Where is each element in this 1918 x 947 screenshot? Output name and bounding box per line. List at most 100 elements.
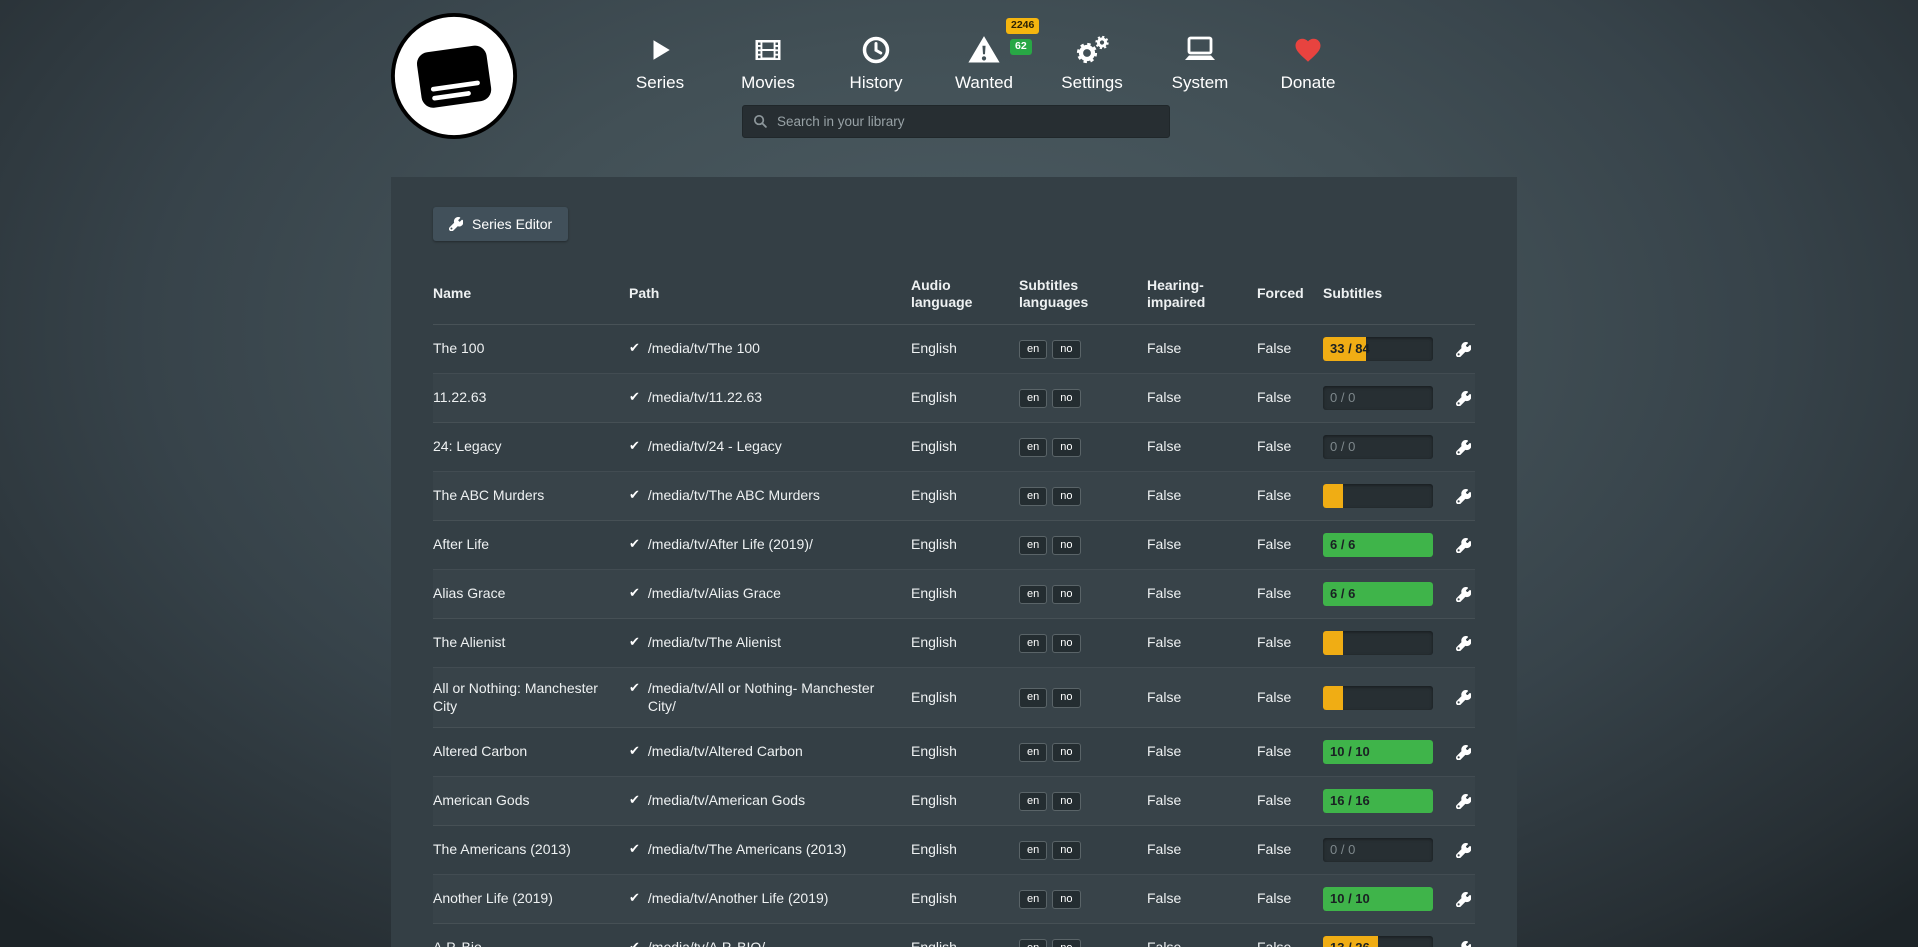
- edit-series-button[interactable]: [1456, 342, 1471, 357]
- forced-value: False: [1257, 890, 1323, 908]
- check-icon: ✔: [629, 487, 640, 504]
- series-editor-button[interactable]: Series Editor: [433, 207, 568, 241]
- forced-value: False: [1257, 389, 1323, 407]
- language-badge: en: [1019, 340, 1047, 360]
- series-name[interactable]: After Life: [433, 536, 629, 554]
- series-name[interactable]: Another Life (2019): [433, 890, 629, 908]
- series-name[interactable]: Altered Carbon: [433, 743, 629, 761]
- subtitles-languages-badges: enno: [1019, 339, 1147, 360]
- series-path-text: /media/tv/All or Nothing- Manchester Cit…: [648, 680, 897, 715]
- series-name[interactable]: The ABC Murders: [433, 487, 629, 505]
- column-header-path: Path: [629, 285, 911, 302]
- nav-item-settings[interactable]: Settings: [1050, 30, 1134, 93]
- series-name[interactable]: A.P. Bio: [433, 939, 629, 947]
- language-badge: en: [1019, 536, 1047, 556]
- forced-value: False: [1257, 340, 1323, 358]
- nav-item-movies[interactable]: Movies: [726, 30, 810, 93]
- subtitles-progress-cell: 0 / 0: [1323, 435, 1449, 459]
- forced-value: False: [1257, 689, 1323, 707]
- check-icon: ✔: [629, 585, 640, 602]
- language-badge: no: [1052, 585, 1080, 605]
- edit-series-button[interactable]: [1456, 636, 1471, 651]
- subtitles-languages-badges: enno: [1019, 633, 1147, 654]
- edit-series-button[interactable]: [1456, 391, 1471, 406]
- series-path-text: /media/tv/The Americans (2013): [648, 841, 846, 859]
- edit-series-button[interactable]: [1456, 745, 1471, 760]
- series-path-text: /media/tv/11.22.63: [648, 389, 762, 407]
- laptop-icon: [1180, 30, 1220, 70]
- nav-item-donate[interactable]: Donate: [1266, 30, 1350, 93]
- audio-language-value: English: [911, 689, 1019, 707]
- hearing-impaired-value: False: [1147, 841, 1257, 859]
- series-table-body: The 100 ✔ /media/tv/The 100 English enno…: [433, 325, 1475, 947]
- language-badge: no: [1052, 688, 1080, 708]
- check-icon: ✔: [629, 634, 640, 651]
- subtitles-progress-text: 16 / 16: [1330, 789, 1370, 813]
- edit-series-button[interactable]: [1456, 587, 1471, 602]
- hearing-impaired-value: False: [1147, 890, 1257, 908]
- language-badge: en: [1019, 841, 1047, 861]
- language-badge: no: [1052, 340, 1080, 360]
- edit-series-button[interactable]: [1456, 794, 1471, 809]
- table-row: A.P. Bio ✔ /media/tv/A.P. BIO/ English e…: [433, 924, 1475, 947]
- edit-series-button[interactable]: [1456, 690, 1471, 705]
- table-row: 11.22.63 ✔ /media/tv/11.22.63 English en…: [433, 374, 1475, 423]
- subtitles-progress-bar: 0 / 0: [1323, 435, 1433, 459]
- subtitles-progress-text: 6 / 6: [1330, 582, 1355, 606]
- series-name[interactable]: 24: Legacy: [433, 438, 629, 456]
- audio-language-value: English: [911, 438, 1019, 456]
- subtitles-progress-bar: [1323, 686, 1433, 710]
- column-header-hearing: Hearing-impaired: [1147, 277, 1257, 310]
- series-name[interactable]: Alias Grace: [433, 585, 629, 603]
- edit-series-button[interactable]: [1456, 941, 1471, 947]
- nav-item-label: Series: [636, 73, 684, 93]
- app-logo[interactable]: [389, 11, 519, 141]
- language-badge: no: [1052, 841, 1080, 861]
- series-table: Name Path Audio language Subtitles langu…: [433, 267, 1475, 947]
- language-badge: no: [1052, 438, 1080, 458]
- series-path: ✔ /media/tv/24 - Legacy: [629, 438, 911, 456]
- hearing-impaired-value: False: [1147, 939, 1257, 947]
- edit-series-button[interactable]: [1456, 843, 1471, 858]
- main-nav: Series Movies History: [618, 30, 1350, 93]
- search-input[interactable]: [742, 105, 1170, 138]
- hearing-impaired-value: False: [1147, 585, 1257, 603]
- series-name[interactable]: American Gods: [433, 792, 629, 810]
- nav-item-series[interactable]: Series: [618, 30, 702, 93]
- series-name[interactable]: 11.22.63: [433, 389, 629, 407]
- language-badge: en: [1019, 743, 1047, 763]
- subtitles-languages-badges: enno: [1019, 388, 1147, 409]
- series-path-text: /media/tv/The 100: [648, 340, 760, 358]
- search-bar: [742, 105, 1170, 138]
- heart-icon: [1288, 30, 1328, 70]
- nav-item-wanted[interactable]: 2246 62 Wanted: [942, 30, 1026, 93]
- series-name[interactable]: All or Nothing: Manchester City: [433, 680, 629, 715]
- language-badge: no: [1052, 634, 1080, 654]
- edit-series-button[interactable]: [1456, 440, 1471, 455]
- series-name[interactable]: The Alienist: [433, 634, 629, 652]
- edit-series-button[interactable]: [1456, 538, 1471, 553]
- header: Series Movies History: [0, 0, 1918, 177]
- edit-series-button[interactable]: [1456, 489, 1471, 504]
- subtitles-progress-cell: 16 / 16: [1323, 789, 1449, 813]
- language-badge: en: [1019, 438, 1047, 458]
- audio-language-value: English: [911, 743, 1019, 761]
- series-path: ✔ /media/tv/Another Life (2019): [629, 890, 911, 908]
- audio-language-value: English: [911, 585, 1019, 603]
- series-name[interactable]: The Americans (2013): [433, 841, 629, 859]
- subtitles-progress-text: 0 / 0: [1330, 838, 1355, 862]
- table-row: The Alienist ✔ /media/tv/The Alienist En…: [433, 619, 1475, 668]
- nav-item-label: Donate: [1281, 73, 1336, 93]
- hearing-impaired-value: False: [1147, 536, 1257, 554]
- subtitles-progress-text: 0 / 0: [1330, 435, 1355, 459]
- series-path: ✔ /media/tv/The ABC Murders: [629, 487, 911, 505]
- subtitles-languages-badges: enno: [1019, 486, 1147, 507]
- edit-series-button[interactable]: [1456, 892, 1471, 907]
- nav-item-history[interactable]: History: [834, 30, 918, 93]
- nav-item-system[interactable]: System: [1158, 30, 1242, 93]
- series-name[interactable]: The 100: [433, 340, 629, 358]
- wanted-count-badge-secondary: 62: [1010, 39, 1032, 55]
- series-path: ✔ /media/tv/A.P. BIO/: [629, 939, 911, 947]
- subtitles-progress-bar: [1323, 631, 1433, 655]
- check-icon: ✔: [629, 890, 640, 907]
